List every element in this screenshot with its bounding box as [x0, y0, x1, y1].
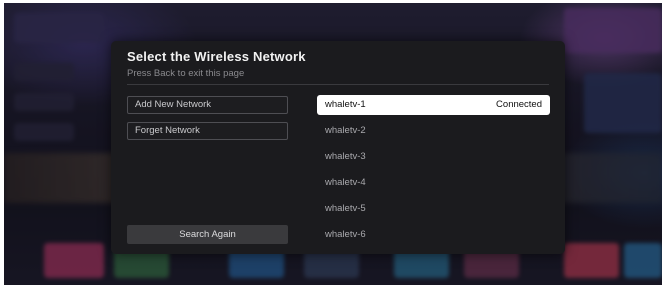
network-item-whaletv-3[interactable]: whaletv-3 — [317, 147, 550, 167]
network-item-whaletv-2[interactable]: whaletv-2 — [317, 121, 550, 141]
wireless-network-dialog: Select the Wireless Network Press Back t… — [111, 41, 565, 254]
network-name: whaletv-4 — [325, 177, 366, 188]
network-name: whaletv-1 — [325, 99, 366, 110]
network-name: whaletv-5 — [325, 203, 366, 214]
network-item-whaletv-1[interactable]: whaletv-1 Connected — [317, 95, 550, 115]
dialog-divider — [127, 84, 549, 85]
forget-network-button[interactable]: Forget Network — [127, 122, 288, 140]
network-name: whaletv-3 — [325, 151, 366, 162]
network-item-whaletv-4[interactable]: whaletv-4 — [317, 173, 550, 193]
network-status-connected: Connected — [496, 99, 542, 110]
network-item-whaletv-5[interactable]: whaletv-5 — [317, 199, 550, 219]
network-name: whaletv-2 — [325, 125, 366, 136]
add-new-network-button[interactable]: Add New Network — [127, 96, 288, 114]
network-item-whaletv-6[interactable]: whaletv-6 — [317, 225, 550, 245]
search-again-button[interactable]: Search Again — [127, 225, 288, 244]
network-name: whaletv-6 — [325, 229, 366, 240]
dialog-subtitle: Press Back to exit this page — [127, 68, 245, 79]
dialog-title: Select the Wireless Network — [127, 49, 306, 64]
network-list: whaletv-1 Connected whaletv-2 whaletv-3 … — [317, 95, 550, 251]
